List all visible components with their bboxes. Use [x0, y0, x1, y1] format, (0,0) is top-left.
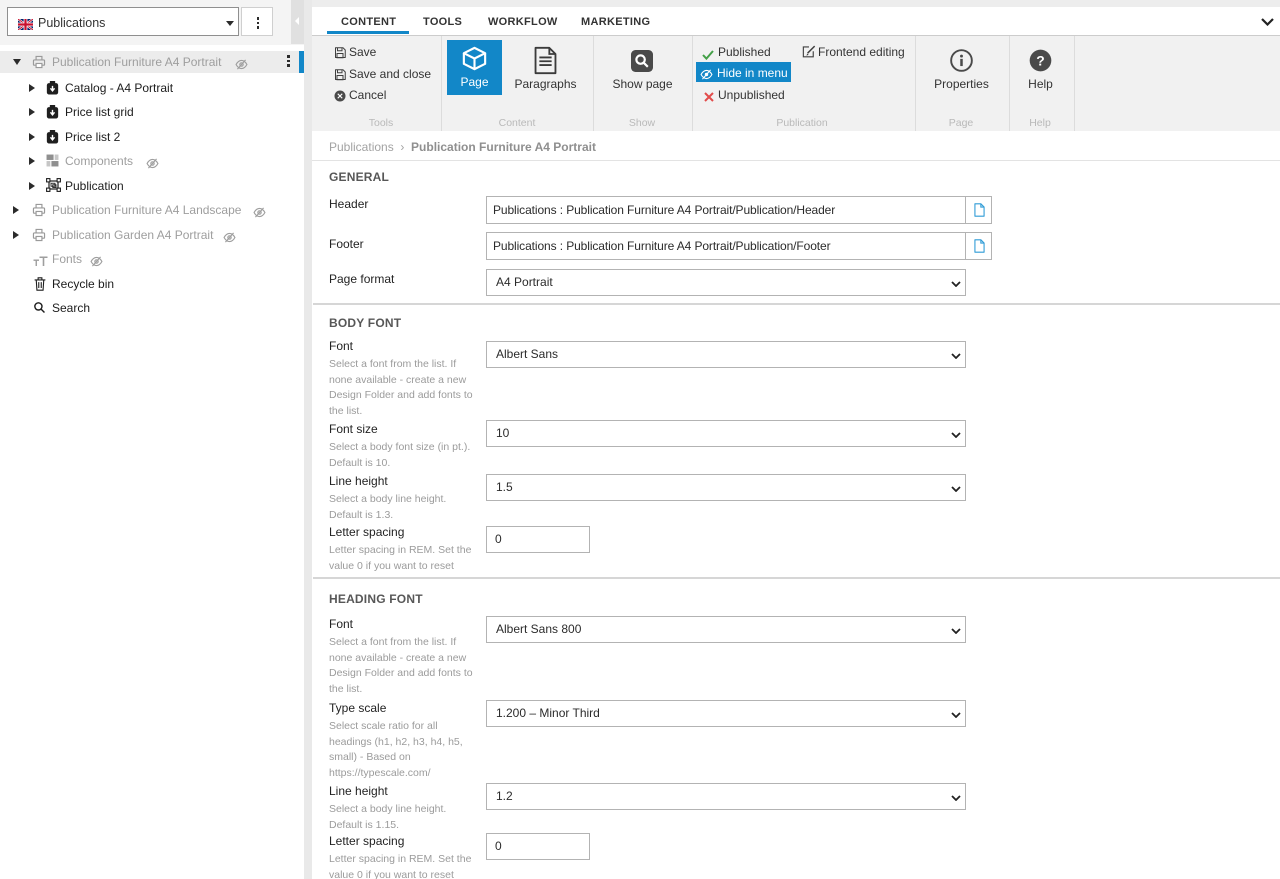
svg-text:?: ?: [1036, 52, 1044, 68]
